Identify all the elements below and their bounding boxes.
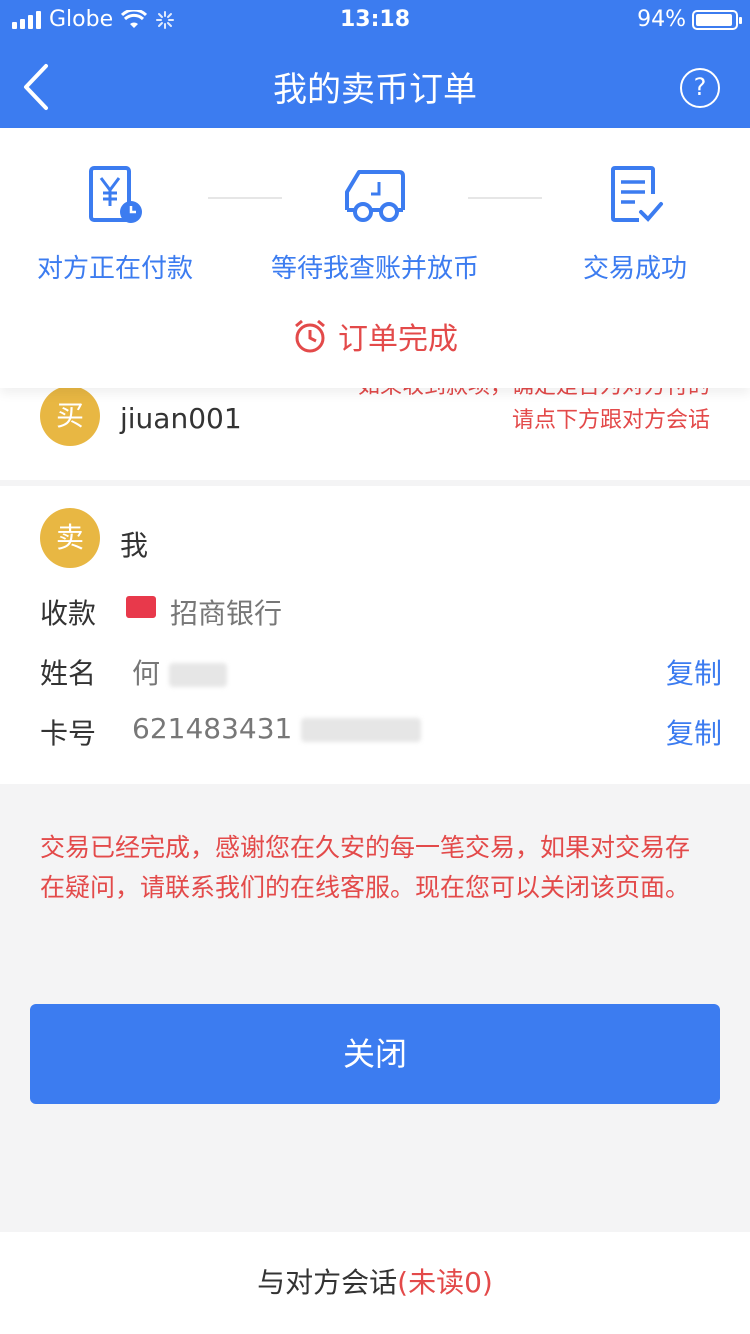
alarm-clock-icon [295, 319, 325, 353]
account-name: 何 [132, 652, 227, 692]
help-button[interactable]: ? [680, 68, 720, 108]
bank-name: 招商银行 [170, 597, 283, 630]
seller-name: 我 [120, 529, 149, 562]
order-steps: 对方正在付款 等待我查账并放币 交易成功 订单完成 [0, 128, 750, 388]
buyer-note-line2: 请点下方跟对方会话 [511, 408, 710, 433]
copy-name-button[interactable]: 复制 [666, 652, 722, 692]
card-number-text: 621483431 [132, 712, 293, 745]
status-bar: Globe 13:18 94% [0, 0, 750, 40]
seller-card: 卖 我 收款 招商银行 姓名 何 复制 卡号 621483431 复制 [0, 486, 750, 784]
unread-count: (未读0) [397, 1266, 493, 1299]
nav-bar: 我的卖币订单 ? [0, 40, 750, 128]
truck-icon [345, 170, 405, 222]
yen-clock-icon [89, 166, 142, 223]
page-title: 我的卖币订单 [273, 70, 477, 110]
bank-card-icon [126, 596, 156, 618]
buyer-name: jiuan001 [120, 402, 242, 435]
chat-label: 与对方会话 [257, 1266, 398, 1299]
order-status: 订单完成 [0, 314, 750, 362]
step-label-paying: 对方正在付款 [36, 254, 194, 284]
payment-label: 收款 [40, 597, 97, 630]
battery-percent: 94% [637, 7, 686, 32]
card-number: 621483431 [132, 712, 422, 745]
close-button[interactable]: 关闭 [30, 1004, 720, 1104]
step-label-success: 交易成功 [582, 254, 688, 284]
status-right: 94% [637, 7, 742, 32]
completion-notice: 交易已经完成，感谢您在久安的每一笔交易，如果对交易存在疑问，请联系我们的在线客服… [40, 833, 691, 902]
step-connector [208, 197, 282, 199]
step-label-waiting: 等待我查账并放币 [270, 254, 480, 284]
step-connector [468, 197, 542, 199]
masked-name [168, 663, 227, 687]
card-label: 卡号 [40, 717, 97, 750]
chat-with-counterparty-button[interactable]: 与对方会话(未读0) [0, 1232, 750, 1334]
copy-card-button[interactable]: 复制 [666, 712, 722, 752]
order-status-text: 订单完成 [338, 322, 458, 357]
buyer-badge: 买 [40, 386, 100, 446]
masked-card-number [301, 718, 422, 742]
name-label: 姓名 [40, 657, 97, 690]
buyer-note: 如果收到款项，确定是否为对方付的 请点下方跟对方会话 [358, 374, 710, 438]
document-check-icon [611, 166, 663, 222]
battery-icon [692, 9, 742, 30]
seller-badge: 卖 [40, 508, 100, 568]
buyer-card: 买 jiuan001 如果收到款项，确定是否为对方付的 请点下方跟对方会话 [0, 374, 750, 480]
account-name-text: 何 [132, 657, 161, 690]
